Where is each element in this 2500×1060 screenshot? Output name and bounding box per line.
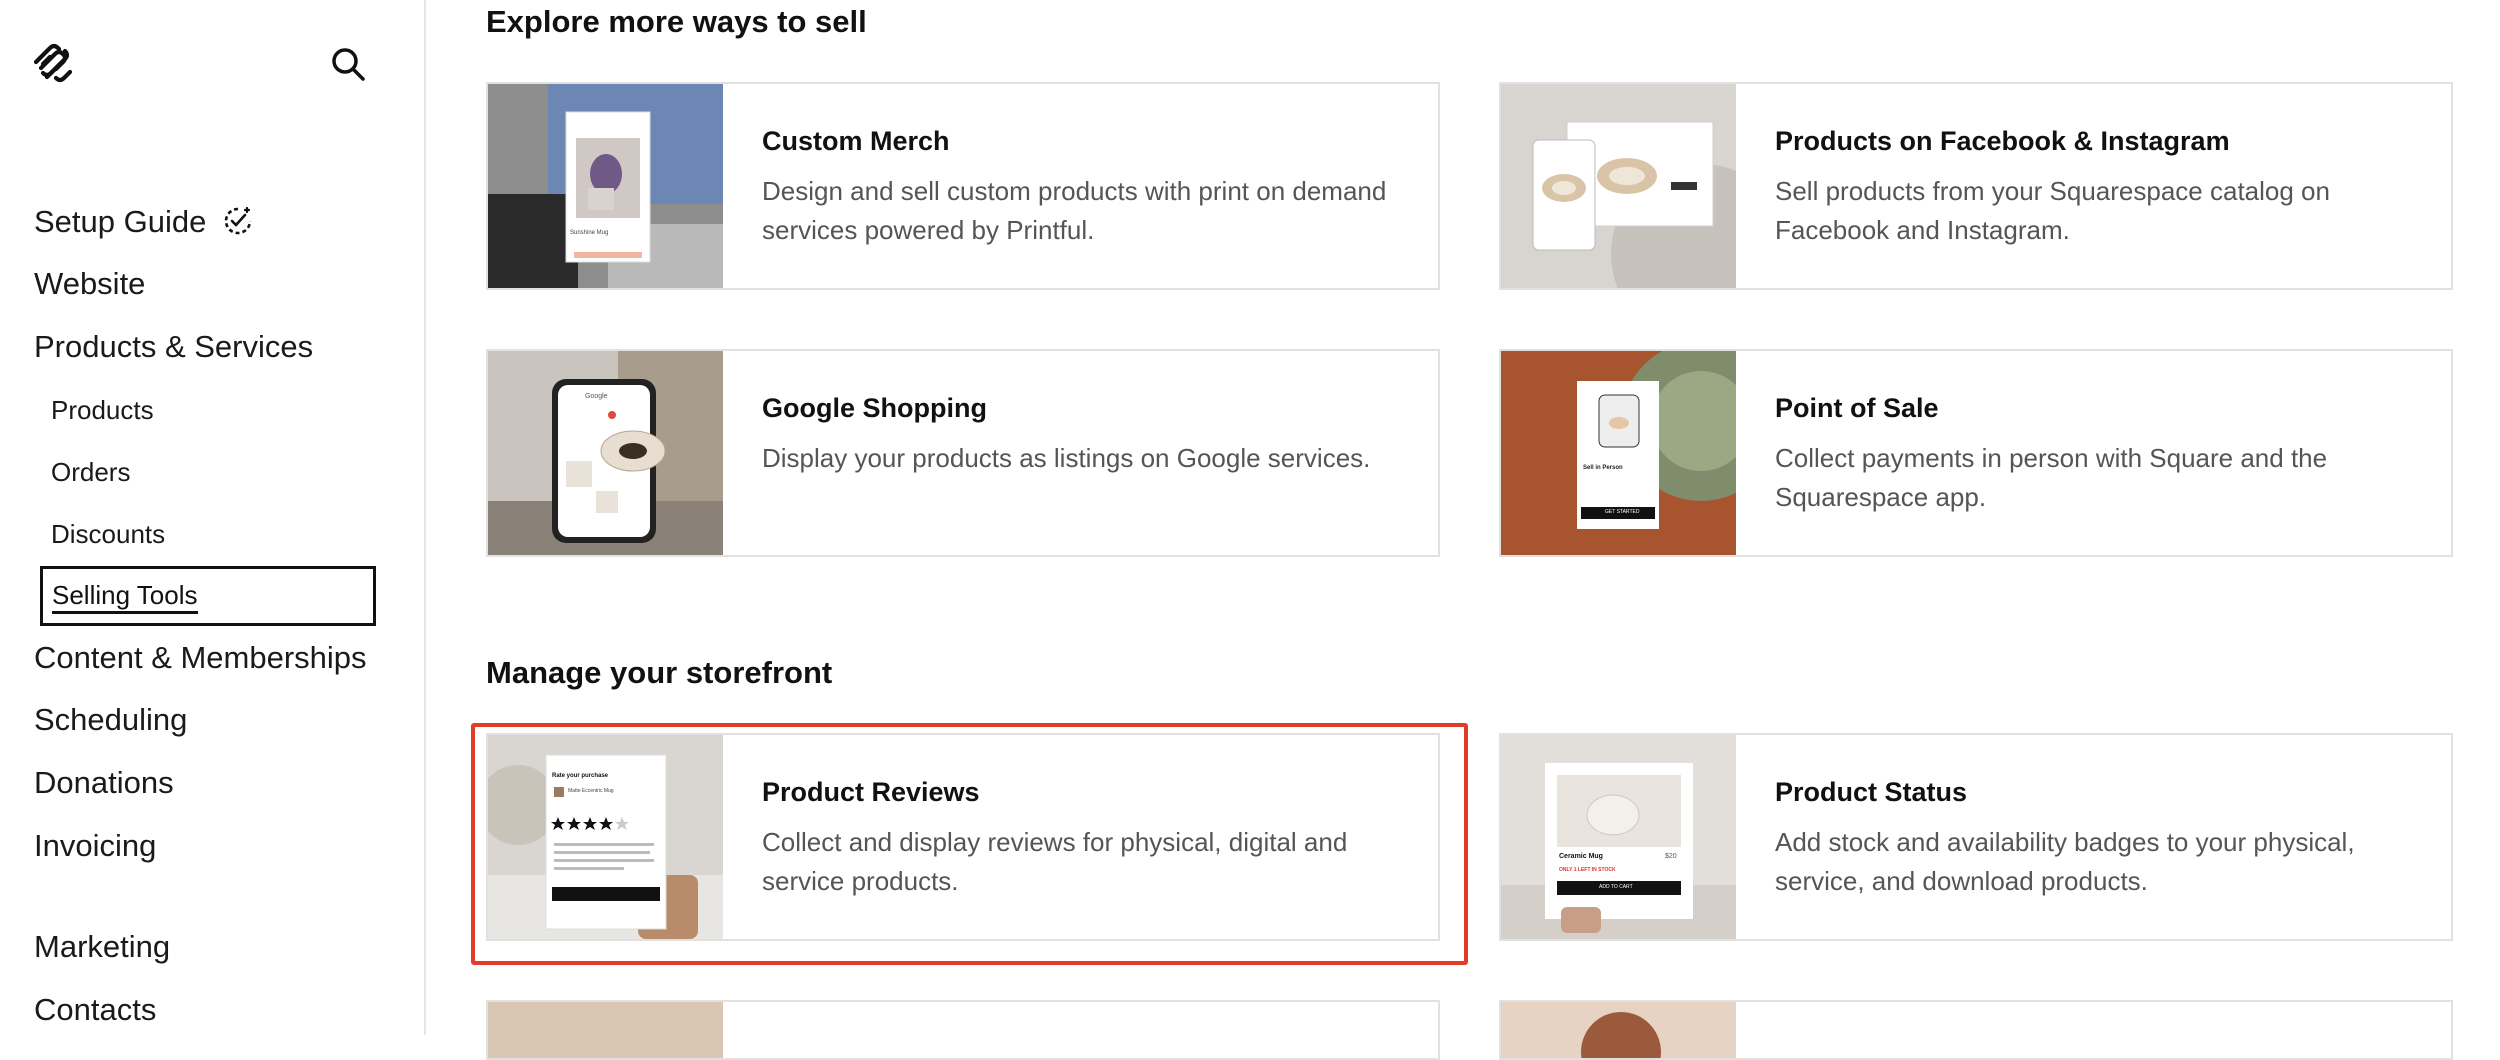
product-status-thumbnail: Ceramic Mug $20 ONLY 1 LEFT IN STOCK ADD… — [1501, 735, 1736, 939]
sidebar-item-label: Donations — [34, 765, 174, 800]
card-title: Product Reviews — [762, 777, 980, 807]
card-partial-right[interactable] — [1499, 1000, 2453, 1060]
sidebar-subitem-orders[interactable]: Orders — [51, 454, 130, 490]
card-title: Google Shopping — [762, 393, 987, 423]
card-product-status[interactable]: Ceramic Mug $20 ONLY 1 LEFT IN STOCK ADD… — [1499, 733, 2453, 941]
thumb-text: Google — [585, 393, 608, 400]
section-title-storefront: Manage your storefront — [486, 655, 833, 690]
thumb-item-text: Matte Eccentric Mug — [568, 788, 614, 794]
sidebar-subitem-selling-tools[interactable]: Selling Tools — [40, 566, 376, 626]
sidebar-item-content-memberships[interactable]: Content & Memberships — [34, 638, 367, 678]
sidebar-item-marketing[interactable]: Marketing — [34, 927, 170, 967]
search-icon[interactable] — [328, 44, 368, 84]
card-description: Display your products as listings on Goo… — [762, 443, 1371, 473]
thumb-button-text: GET STARTED — [1605, 509, 1640, 515]
sidebar-subitem-label: Orders — [51, 457, 131, 487]
thumb-text: Sunshine Mug — [570, 230, 609, 236]
facebook-instagram-thumbnail — [1501, 84, 1736, 288]
partial-left-thumbnail — [488, 1002, 723, 1058]
sidebar-item-label: Setup Guide — [34, 204, 207, 239]
card-title: Custom Merch — [762, 126, 950, 156]
product-reviews-thumbnail: Rate your purchase Matte Eccentric Mug — [488, 735, 723, 939]
sidebar-item-label: Website — [34, 266, 146, 301]
sidebar-item-donations[interactable]: Donations — [34, 763, 174, 803]
progress-check-icon — [224, 206, 252, 235]
sidebar-subitem-label: Selling Tools — [52, 579, 198, 614]
sidebar: Setup Guide Website Products & Services … — [0, 0, 426, 1035]
sidebar-item-label: Scheduling — [34, 702, 188, 737]
card-point-of-sale[interactable]: Sell in Person GET STARTED Point of Sale… — [1499, 349, 2453, 557]
sidebar-subitem-discounts[interactable]: Discounts — [51, 516, 165, 552]
section-title-explore: Explore more ways to sell — [486, 4, 867, 39]
card-description: Sell products from your Squarespace cata… — [1775, 176, 2330, 245]
sidebar-item-setup-guide[interactable]: Setup Guide — [34, 202, 253, 242]
sidebar-item-contacts[interactable]: Contacts — [34, 990, 156, 1030]
card-description: Add stock and availability badges to you… — [1775, 827, 2355, 896]
card-title: Product Status — [1775, 777, 1968, 807]
sidebar-subitem-label: Discounts — [51, 519, 166, 549]
sidebar-item-invoicing[interactable]: Invoicing — [34, 826, 156, 866]
card-title: Point of Sale — [1775, 393, 1939, 423]
partial-right-thumbnail — [1501, 1002, 1736, 1058]
card-title: Products on Facebook & Instagram — [1775, 126, 2230, 156]
squarespace-logo-icon[interactable] — [30, 40, 76, 86]
sidebar-item-label: Contacts — [34, 992, 157, 1027]
card-description: Design and sell custom products with pri… — [762, 176, 1387, 245]
card-partial-left[interactable] — [486, 1000, 1440, 1060]
sidebar-item-label: Products & Services — [34, 329, 314, 364]
card-description: Collect and display reviews for physical… — [762, 827, 1348, 896]
sidebar-item-label: Content & Memberships — [34, 640, 367, 675]
custom-merch-thumbnail: Sunshine Mug — [488, 84, 723, 288]
thumb-button-text: ADD TO CART — [1599, 884, 1633, 890]
google-shopping-thumbnail: Google — [488, 351, 723, 555]
thumb-badge: ONLY 1 LEFT IN STOCK — [1559, 867, 1616, 873]
card-custom-merch[interactable]: Sunshine Mug Custom Merch Design and sel… — [486, 82, 1440, 290]
thumb-price: $20 — [1665, 853, 1677, 860]
card-description: Collect payments in person with Square a… — [1775, 443, 2328, 512]
sidebar-item-label: Invoicing — [34, 828, 157, 863]
sidebar-subitem-label: Products — [51, 395, 154, 425]
card-product-reviews[interactable]: Rate your purchase Matte Eccentric Mug P… — [486, 733, 1440, 941]
thumb-text: Sell in Person — [1583, 465, 1623, 471]
sidebar-item-website[interactable]: Website — [34, 264, 145, 304]
sidebar-item-scheduling[interactable]: Scheduling — [34, 700, 187, 740]
thumb-text: Rate your purchase — [552, 773, 609, 779]
sidebar-item-label: Marketing — [34, 929, 171, 964]
sidebar-item-products-services[interactable]: Products & Services — [34, 327, 313, 367]
card-google-shopping[interactable]: Google Google Shopping Display your prod… — [486, 349, 1440, 557]
point-of-sale-thumbnail: Sell in Person GET STARTED — [1501, 351, 1736, 555]
sidebar-subitem-products[interactable]: Products — [51, 392, 154, 428]
card-facebook-instagram[interactable]: Products on Facebook & Instagram Sell pr… — [1499, 82, 2453, 290]
thumb-text: Ceramic Mug — [1559, 853, 1603, 860]
